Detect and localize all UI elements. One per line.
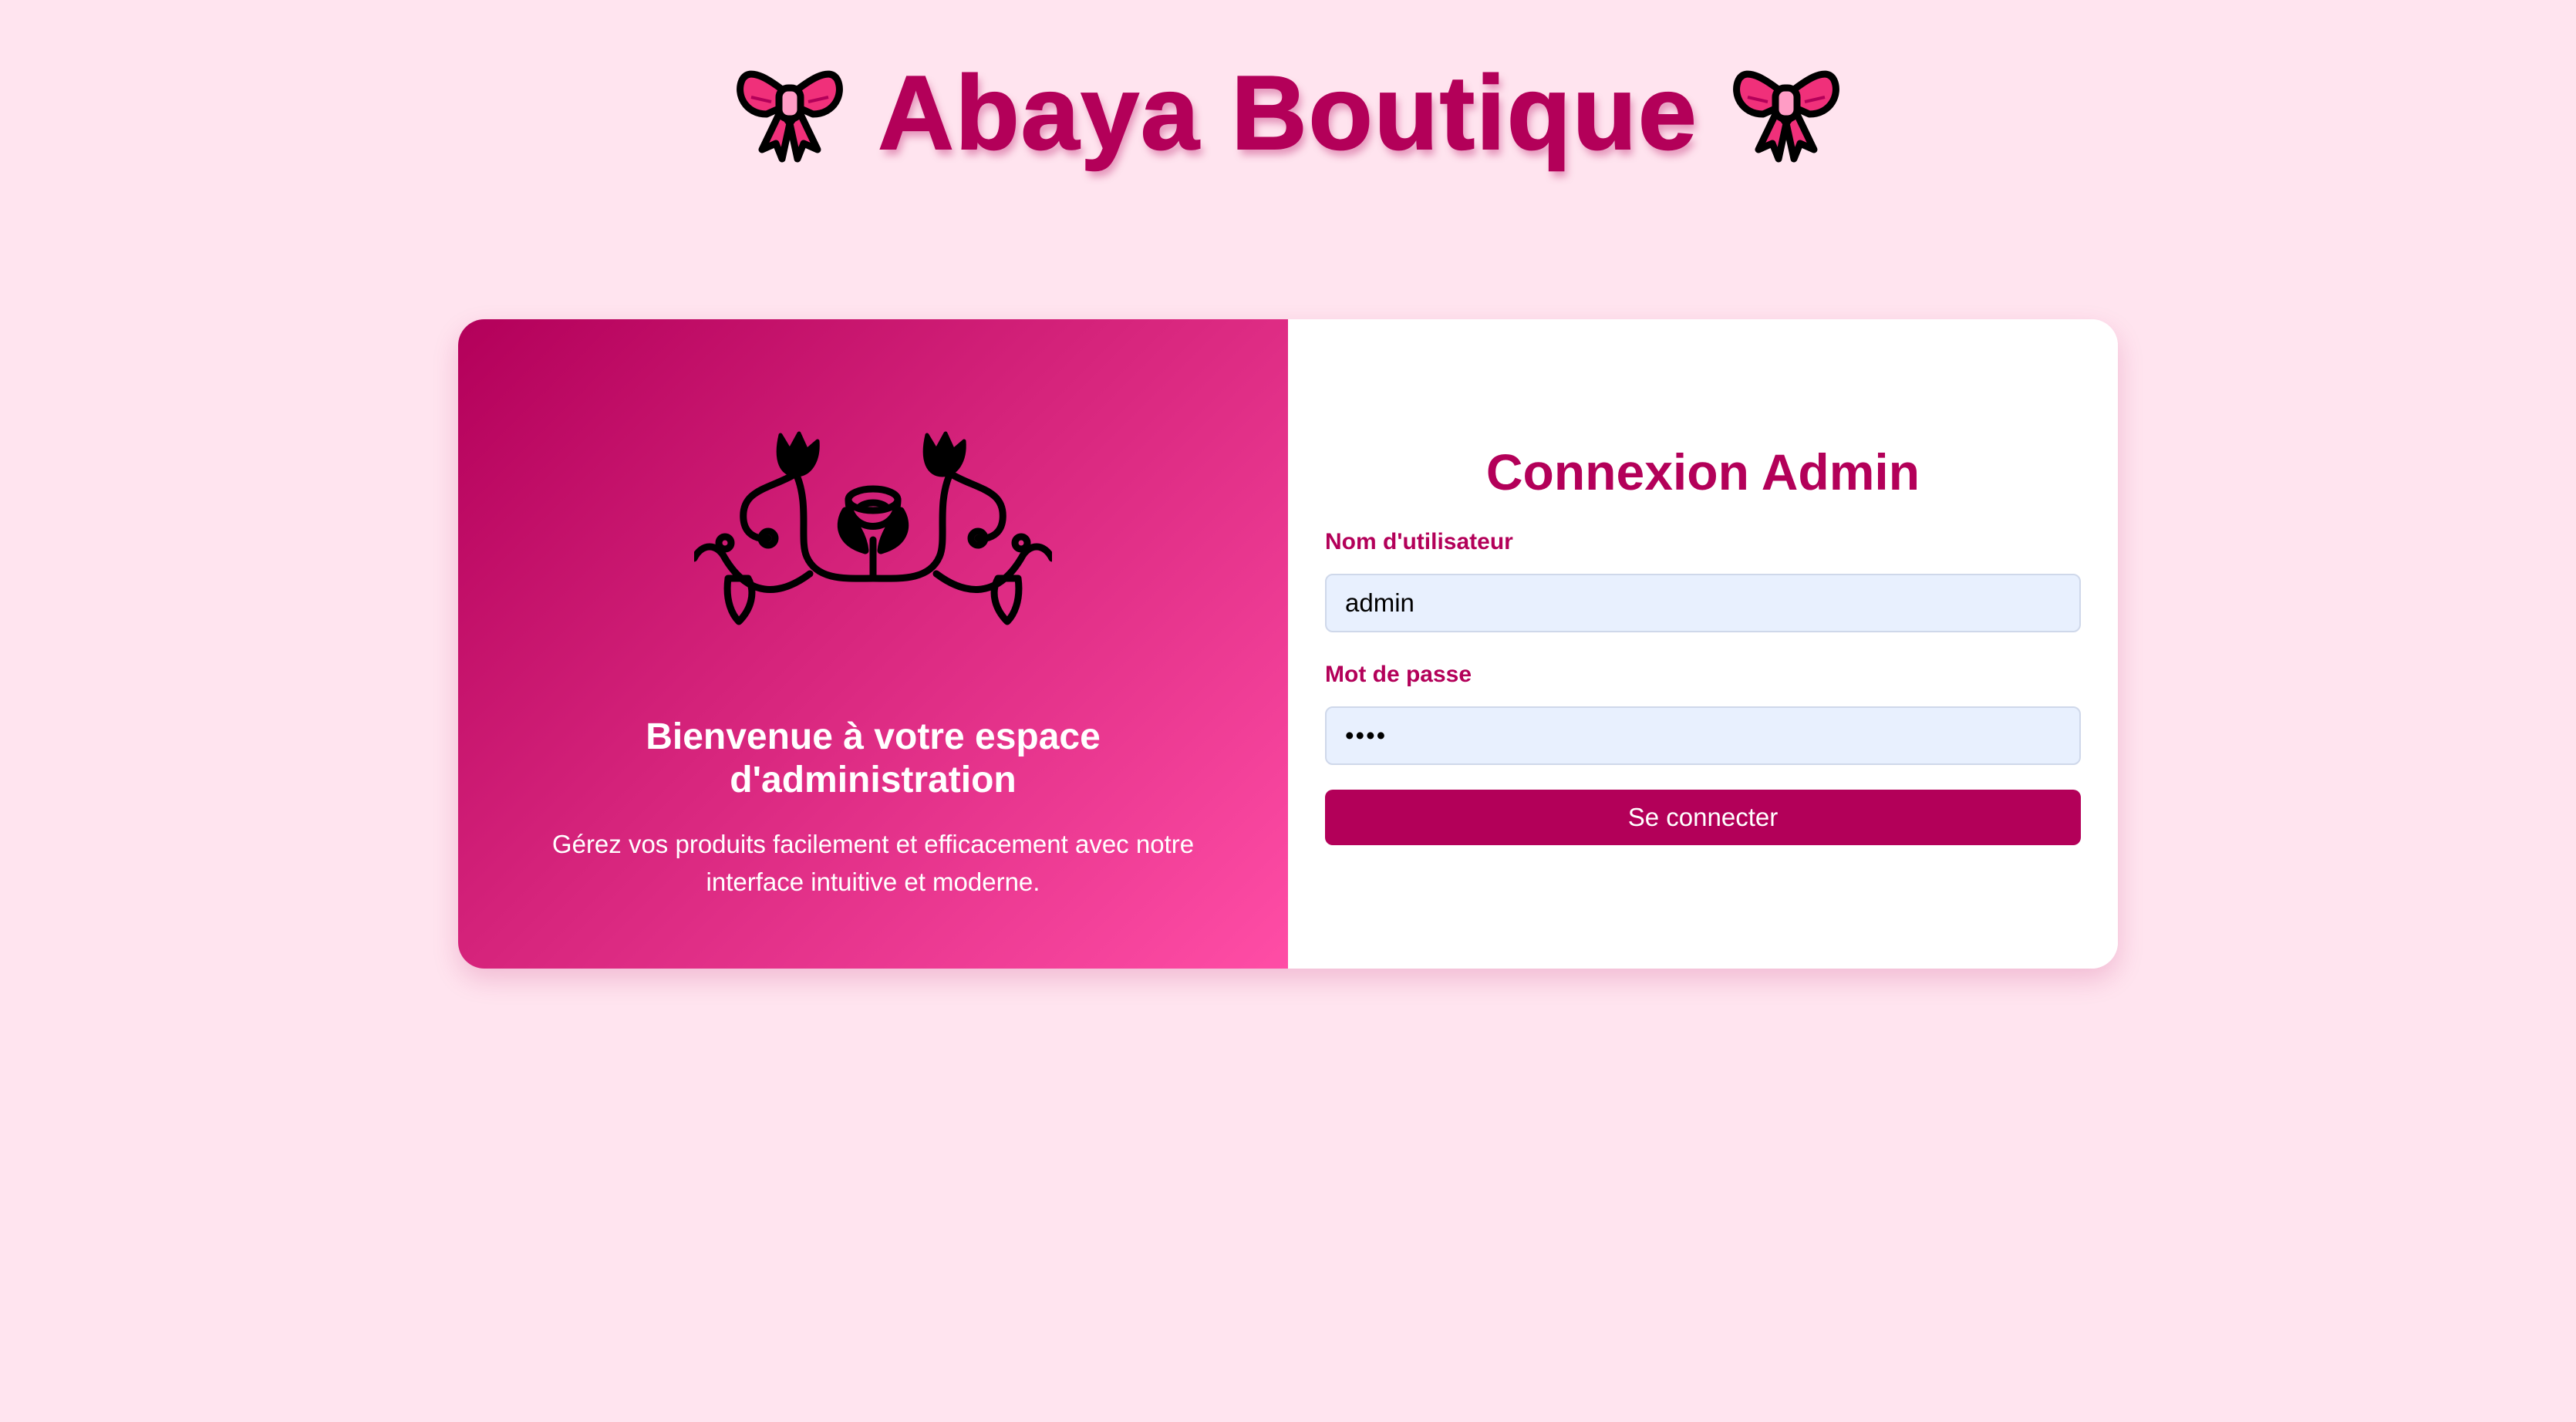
site-header: Abaya Boutique [0,51,2576,174]
password-input[interactable] [1325,706,2081,765]
ribbon-bow-icon [1732,70,1839,163]
rose-ornament-icon [694,431,1052,625]
login-form: Connexion Admin Nom d'utilisateur Mot de… [1288,319,2118,969]
username-label: Nom d'utilisateur [1325,529,1513,554]
welcome-description: Gérez vos produits facilement et efficac… [551,830,1195,896]
site-title: Abaya Boutique [877,54,1698,171]
password-label: Mot de passe [1325,662,1472,687]
login-button[interactable]: Se connecter [1325,790,2081,845]
login-title: Connexion Admin [1485,443,1920,500]
welcome-heading: Bienvenue à votre espace d'administratio… [646,716,1101,800]
welcome-panel: Bienvenue à votre espace d'administratio… [458,319,1288,969]
login-card: Bienvenue à votre espace d'administratio… [458,319,2118,969]
ribbon-bow-icon [737,70,844,163]
username-input[interactable] [1325,574,2081,632]
